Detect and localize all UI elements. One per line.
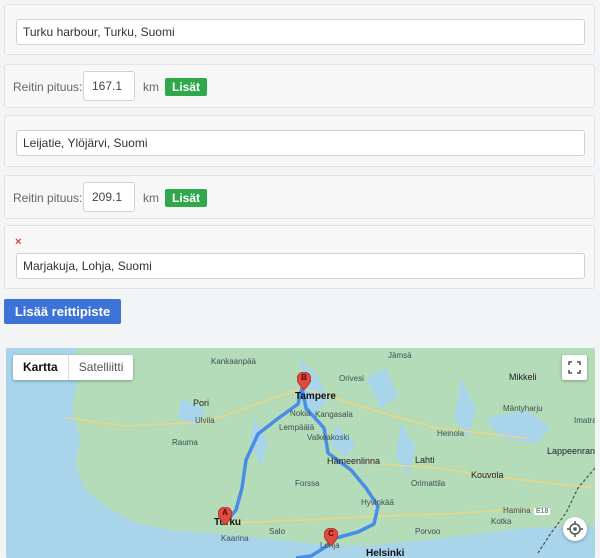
route-map[interactable]: Kankaanpää Jämsä Orivesi Mikkeli Pori Ta… — [6, 348, 595, 558]
waypoint-card-2: Leijatie, Ylöjärvi, Suomi — [4, 115, 595, 167]
route-length-label-1: Reitin pituus: — [13, 80, 83, 94]
segment-card-1: Reitin pituus: 167.1 km Lisät — [4, 64, 595, 108]
map-label-tampere: Tampere — [295, 391, 336, 402]
map-type-map-button[interactable]: Kartta — [13, 355, 69, 380]
map-label-salo: Salo — [269, 527, 286, 536]
segment-card-2: Reitin pituus: 209.1 km Lisät — [4, 175, 595, 219]
route-length-unit-1: km — [143, 80, 159, 94]
map-label-helsinki: Helsinki — [366, 548, 405, 558]
waypoint-card-1: Turku harbour, Turku, Suomi — [4, 4, 595, 55]
fullscreen-button[interactable] — [562, 355, 587, 380]
add-waypoint-button[interactable]: Lisää reittipiste — [4, 299, 121, 324]
route-length-input-2[interactable]: 209.1 — [83, 182, 135, 212]
map-label-hamina: Hamina — [503, 506, 531, 515]
map-label-imatra: Imatra — [574, 416, 595, 425]
remove-waypoint-icon[interactable]: × — [15, 236, 21, 248]
map-label-kaarina: Kaarina — [221, 534, 249, 543]
map-label-mikkeli: Mikkeli — [509, 372, 537, 382]
waypoint-address-input-1[interactable]: Turku harbour, Turku, Suomi — [16, 19, 585, 45]
map-label-porvoo: Porvoo — [415, 527, 441, 536]
map-label-kangasala: Kangasala — [315, 410, 353, 419]
map-type-toggle: Kartta Satelliitti — [13, 355, 134, 380]
map-label-orivesi: Orivesi — [339, 374, 364, 383]
more-button-2[interactable]: Lisät — [165, 189, 208, 207]
map-label-valkeakoski: Valkeakoski — [307, 433, 350, 442]
map-label-ulvila: Ulvila — [195, 416, 215, 425]
map-label-orimattila: Orimattila — [411, 479, 446, 488]
map-label-heinola: Heinola — [437, 429, 465, 438]
waypoint-address-input-2[interactable]: Leijatie, Ylöjärvi, Suomi — [16, 130, 585, 156]
map-label-nokia: Nokia — [290, 409, 311, 418]
map-label-kouvola: Kouvola — [471, 470, 504, 480]
route-length-label-2: Reitin pituus: — [13, 191, 83, 205]
route-length-input-1[interactable]: 167.1 — [83, 71, 135, 101]
my-location-button[interactable] — [563, 517, 587, 541]
fullscreen-icon — [568, 361, 581, 374]
map-label-lahti: Lahti — [415, 455, 435, 465]
map-marker-b[interactable]: B — [297, 372, 311, 390]
map-label-mantyharju: Mäntyharju — [503, 404, 543, 413]
more-button-1[interactable]: Lisät — [165, 78, 208, 96]
route-length-unit-2: km — [143, 191, 159, 205]
marker-label-a: A — [222, 508, 228, 517]
crosshair-icon — [567, 521, 583, 537]
map-label-kankaanpaa: Kankaanpää — [211, 357, 256, 366]
waypoint-address-input-3[interactable]: Marjakuja, Lohja, Suomi — [16, 253, 585, 279]
map-label-lappeenranta: Lappeenranta — [547, 446, 595, 456]
map-marker-c[interactable]: C — [324, 528, 338, 546]
map-label-jamsa: Jämsä — [388, 351, 412, 360]
map-marker-a[interactable]: A — [218, 507, 232, 525]
marker-label-b: B — [301, 373, 307, 382]
map-label-forssa: Forssa — [295, 479, 320, 488]
map-label-pori: Pori — [193, 398, 210, 408]
waypoint-card-3: × Marjakuja, Lohja, Suomi — [4, 225, 595, 289]
map-label-hameenlinna: Hämeenlinna — [327, 456, 381, 466]
map-type-satellite-button[interactable]: Satelliitti — [69, 355, 134, 380]
map-label-e18: E18 — [534, 508, 551, 515]
map-label-rauma: Rauma — [172, 438, 198, 447]
map-label-hyvinkaa: Hyvinkää — [361, 498, 394, 507]
map-label-lempaala: Lempäälä — [279, 423, 315, 432]
marker-label-c: C — [328, 529, 334, 538]
map-label-kotka: Kotka — [491, 517, 512, 526]
